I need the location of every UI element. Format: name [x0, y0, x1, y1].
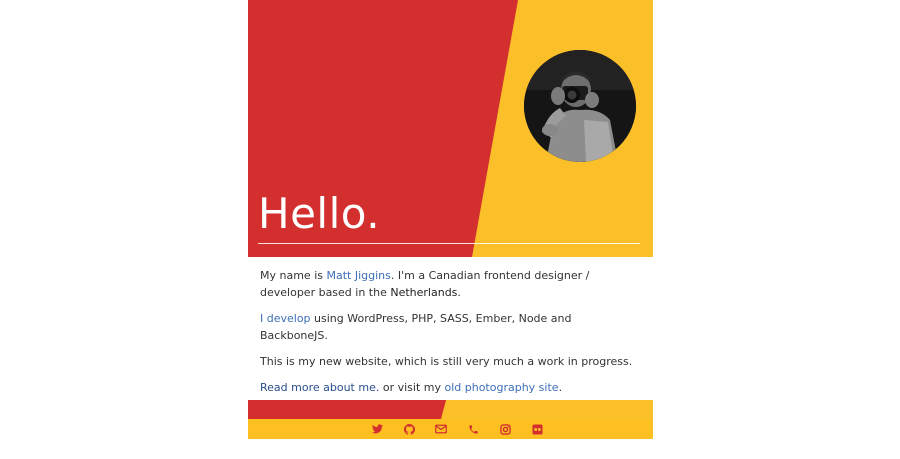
status-paragraph: This is my new website, which is still v… [260, 355, 633, 368]
phone-icon [468, 424, 478, 434]
twitter-icon [371, 424, 383, 434]
develop-link[interactable]: I develop [260, 312, 311, 325]
page-title: Hello. [258, 189, 381, 238]
develop-paragraph: I develop using WordPress, PHP, SASS, Em… [260, 310, 640, 344]
links-paragraph: Read more about me. or visit my old phot… [260, 379, 640, 396]
instagram-link[interactable] [489, 421, 521, 437]
links-text: . [558, 381, 563, 394]
email-link[interactable] [425, 421, 457, 437]
instagram-icon [499, 423, 511, 435]
page: Hello. My name is Matt Jiggins. I'm a Ca… [248, 0, 653, 459]
github-link[interactable] [393, 421, 425, 437]
email-icon [435, 424, 447, 434]
intro-text: My name is [260, 269, 327, 282]
twitter-link[interactable] [361, 421, 393, 437]
site-footer [248, 400, 653, 439]
intro-paragraph: My name is Matt Jiggins. I'm a Canadian … [260, 267, 640, 301]
phone-link[interactable] [457, 421, 489, 437]
profile-avatar [524, 50, 636, 162]
location-text: Netherlands [390, 286, 458, 299]
flickr-link[interactable] [521, 421, 553, 437]
social-links [361, 421, 553, 437]
read-more-link[interactable]: Read more about me. [260, 381, 379, 394]
intro-text: . [457, 286, 461, 299]
links-text: or visit my [379, 381, 445, 394]
title-divider [258, 243, 640, 244]
photography-site-link[interactable]: old photography site [444, 381, 558, 394]
flickr-icon [531, 423, 543, 435]
github-icon [403, 423, 415, 435]
name-link[interactable]: Matt Jiggins [326, 269, 390, 282]
photographer-image [524, 50, 636, 162]
intro-content: My name is Matt Jiggins. I'm a Canadian … [260, 267, 640, 405]
hero-banner: Hello. [248, 0, 653, 257]
